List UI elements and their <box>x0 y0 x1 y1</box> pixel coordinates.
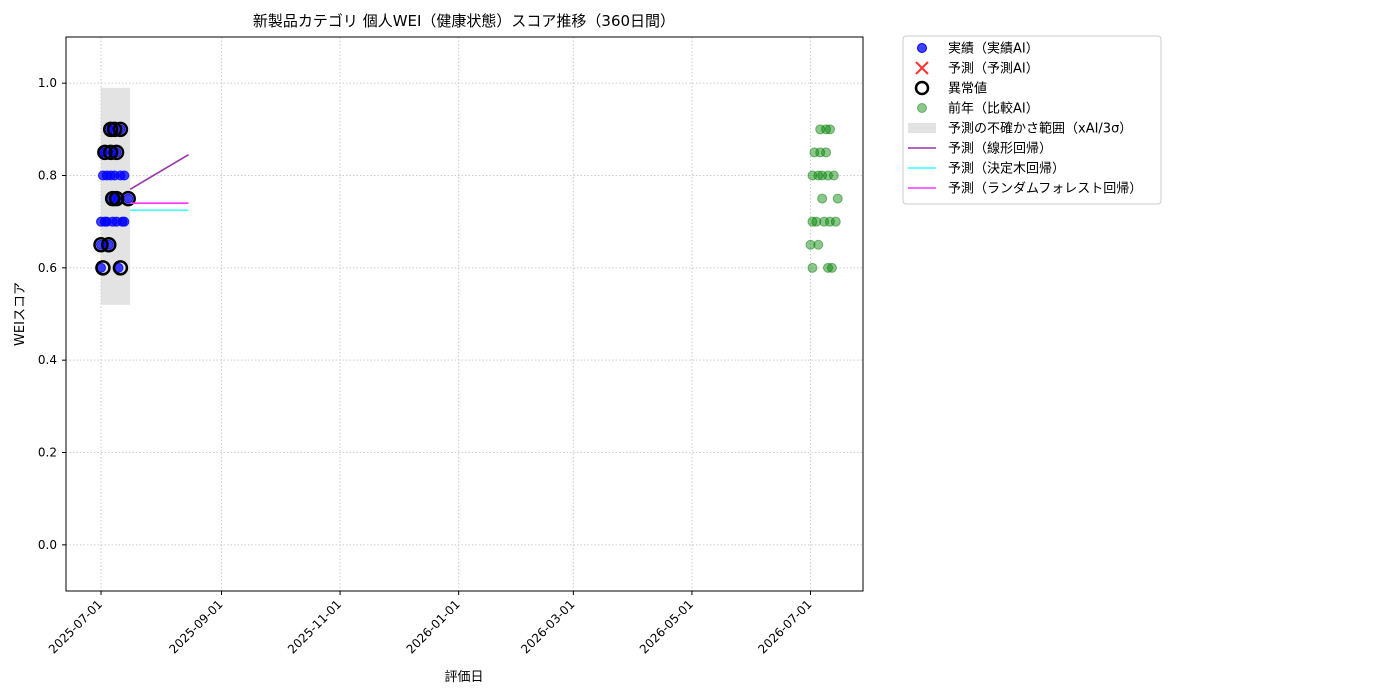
prev-year-point <box>813 239 824 250</box>
axes-frame <box>65 36 864 592</box>
prediction-line-linear <box>129 154 189 191</box>
actual-point <box>119 216 130 227</box>
legend-marker-actual <box>917 43 927 53</box>
prev-year-point <box>821 147 832 158</box>
x-tick-label: 2026-03-01 <box>518 597 577 656</box>
y-tick-label: 0.2 <box>38 446 57 460</box>
y-tick-label: 0.8 <box>38 169 57 183</box>
legend-label-predicted: 予測（予測AI） <box>948 62 1039 77</box>
y-tick-label: 1.0 <box>38 76 57 90</box>
actual-point <box>119 170 130 181</box>
prev-year-point <box>832 193 843 204</box>
y-axis-label: WEIスコア <box>13 282 28 346</box>
wei-score-chart: 新製品カテゴリ 個人WEI（健康状態）スコア推移（360日間） 0.00.20.… <box>13 12 1162 685</box>
legend-label-tree: 予測（決定木回帰） <box>948 161 1065 177</box>
x-tick-label: 2025-09-01 <box>166 597 225 656</box>
legend-label-actual: 実績（実績AI） <box>948 41 1039 57</box>
legend: 実績（実績AI） 予測（予測AI） 異常値前年（比較AI） 予測の不確かさ範囲（xAI… <box>902 35 1162 205</box>
actual-point <box>123 193 134 204</box>
prev-year-point <box>824 124 835 135</box>
chart-title: 新製品カテゴリ 個人WEI（健康状態）スコア推移（360日間） <box>253 12 675 30</box>
legend-label-prev_year: 前年（比較AI） <box>948 101 1039 117</box>
legend-label-anomaly: 異常値 <box>948 81 987 97</box>
y-tick-label: 0.4 <box>38 353 57 367</box>
prev-year-point <box>817 193 828 204</box>
legend-label-uncertainty: 予測の不確かさ範囲（xAI/3σ） <box>948 121 1132 137</box>
x-axis-label: 評価日 <box>444 670 483 685</box>
x-tick-label: 2026-01-01 <box>404 597 463 656</box>
x-tick-label: 2026-05-01 <box>637 597 696 656</box>
prev-year-point <box>830 216 841 227</box>
legend-label-linear: 予測（線形回帰） <box>948 141 1052 157</box>
legend-label-forest: 予測（ランダムフォレスト回帰） <box>948 181 1142 197</box>
legend-marker-prev-year <box>917 103 927 113</box>
x-tick-label: 2025-07-01 <box>46 597 105 656</box>
prev-year-point <box>828 170 839 181</box>
y-tick-label: 0.6 <box>38 261 57 275</box>
legend-marker-uncertainty <box>908 123 936 133</box>
x-tick-label: 2026-07-01 <box>755 597 814 656</box>
plot-area: 0.0 0.2 0.4 0.6 0.8 1.0 2025-07-01 2025-09-01 20… <box>38 36 864 656</box>
prev-year-point <box>807 262 818 273</box>
prev-year-point <box>826 262 837 273</box>
y-tick-label: 0.0 <box>38 538 57 552</box>
x-tick-label: 2025-11-01 <box>285 597 344 656</box>
